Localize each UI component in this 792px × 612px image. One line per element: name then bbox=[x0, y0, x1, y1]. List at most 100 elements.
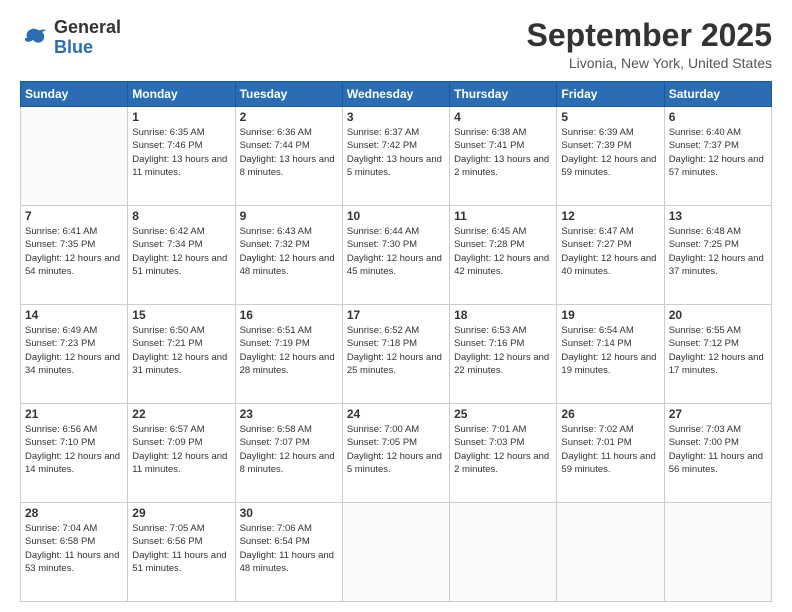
calendar-cell-w4-d5: 25 Sunrise: 7:01 AMSunset: 7:03 PMDayligh… bbox=[450, 404, 557, 503]
day-number: 7 bbox=[25, 209, 123, 223]
day-info: Sunrise: 6:49 AMSunset: 7:23 PMDaylight:… bbox=[25, 324, 123, 377]
header-sunday: Sunday bbox=[21, 82, 128, 107]
day-info: Sunrise: 6:48 AMSunset: 7:25 PMDaylight:… bbox=[669, 225, 767, 278]
calendar-cell-w3-d5: 18Sunrise: 6:53 AMSunset: 7:16 PMDayligh… bbox=[450, 305, 557, 404]
day-info: Sunrise: 6:55 AMSunset: 7:12 PMDaylight:… bbox=[669, 324, 767, 377]
day-info: Sunrise: 7:04 AMSunset: 6:58 PMDaylight:… bbox=[25, 522, 123, 575]
calendar-cell-w4-d2: 22Sunrise: 6:57 AMSunset: 7:09 PMDayligh… bbox=[128, 404, 235, 503]
header-friday: Friday bbox=[557, 82, 664, 107]
calendar-cell-w5-d4 bbox=[342, 503, 449, 602]
day-number: 2 bbox=[240, 110, 338, 124]
logo-general: General bbox=[54, 18, 121, 38]
day-number: 19 bbox=[561, 308, 659, 322]
day-info: Sunrise: 7:00 AMSunset: 7:05 PMDaylight:… bbox=[347, 423, 445, 476]
calendar-cell-w5-d5 bbox=[450, 503, 557, 602]
calendar-cell-w2-d4: 10 Sunrise: 6:44 AMSunset: 7:30 PMDayligh… bbox=[342, 206, 449, 305]
calendar-cell-w3-d3: 16 Sunrise: 6:51 AMSunset: 7:19 PMDayligh… bbox=[235, 305, 342, 404]
day-info: Sunrise: 6:45 AMSunset: 7:28 PMDaylight:… bbox=[454, 225, 552, 278]
logo-bird-icon bbox=[20, 24, 48, 52]
calendar-cell-w3-d1: 14 Sunrise: 6:49 AMSunset: 7:23 PMDayligh… bbox=[21, 305, 128, 404]
day-info: Sunrise: 6:39 AMSunset: 7:39 PMDaylight:… bbox=[561, 126, 659, 179]
day-number: 12 bbox=[561, 209, 659, 223]
day-number: 30 bbox=[240, 506, 338, 520]
day-info: Sunrise: 7:01 AMSunset: 7:03 PMDaylight:… bbox=[454, 423, 552, 476]
calendar-week-4: 21 Sunrise: 6:56 AMSunset: 7:10 PMDayligh… bbox=[21, 404, 772, 503]
calendar-cell-w3-d6: 19 Sunrise: 6:54 AMSunset: 7:14 PMDayligh… bbox=[557, 305, 664, 404]
calendar-cell-w4-d6: 26Sunrise: 7:02 AMSunset: 7:01 PMDayligh… bbox=[557, 404, 664, 503]
day-info: Sunrise: 7:03 AMSunset: 7:00 PMDaylight:… bbox=[669, 423, 767, 476]
day-info: Sunrise: 6:47 AMSunset: 7:27 PMDaylight:… bbox=[561, 225, 659, 278]
day-info: Sunrise: 6:54 AMSunset: 7:14 PMDaylight:… bbox=[561, 324, 659, 377]
header-tuesday: Tuesday bbox=[235, 82, 342, 107]
day-number: 24 bbox=[347, 407, 445, 421]
day-info: Sunrise: 7:02 AMSunset: 7:01 PMDaylight:… bbox=[561, 423, 659, 476]
day-number: 9 bbox=[240, 209, 338, 223]
header: General Blue September 2025 Livonia, New… bbox=[20, 18, 772, 71]
calendar-week-1: 1Sunrise: 6:35 AMSunset: 7:46 PMDaylight… bbox=[21, 107, 772, 206]
calendar-cell-w5-d6 bbox=[557, 503, 664, 602]
calendar-cell-w4-d4: 24 Sunrise: 7:00 AMSunset: 7:05 PMDayligh… bbox=[342, 404, 449, 503]
calendar-week-3: 14 Sunrise: 6:49 AMSunset: 7:23 PMDayligh… bbox=[21, 305, 772, 404]
calendar-cell-w1-d5: 4Sunrise: 6:38 AMSunset: 7:41 PMDaylight… bbox=[450, 107, 557, 206]
day-info: Sunrise: 6:44 AMSunset: 7:30 PMDaylight:… bbox=[347, 225, 445, 278]
calendar-cell-w1-d2: 1Sunrise: 6:35 AMSunset: 7:46 PMDaylight… bbox=[128, 107, 235, 206]
header-monday: Monday bbox=[128, 82, 235, 107]
day-number: 14 bbox=[25, 308, 123, 322]
calendar-cell-w2-d5: 11 Sunrise: 6:45 AMSunset: 7:28 PMDayligh… bbox=[450, 206, 557, 305]
calendar-week-2: 7Sunrise: 6:41 AMSunset: 7:35 PMDaylight… bbox=[21, 206, 772, 305]
calendar-cell-w3-d2: 15 Sunrise: 6:50 AMSunset: 7:21 PMDayligh… bbox=[128, 305, 235, 404]
calendar-cell-w2-d2: 8Sunrise: 6:42 AMSunset: 7:34 PMDaylight… bbox=[128, 206, 235, 305]
weekday-header-row: Sunday Monday Tuesday Wednesday Thursday… bbox=[21, 82, 772, 107]
day-number: 13 bbox=[669, 209, 767, 223]
day-number: 23 bbox=[240, 407, 338, 421]
day-number: 11 bbox=[454, 209, 552, 223]
day-info: Sunrise: 6:56 AMSunset: 7:10 PMDaylight:… bbox=[25, 423, 123, 476]
calendar-week-5: 28Sunrise: 7:04 AMSunset: 6:58 PMDayligh… bbox=[21, 503, 772, 602]
day-number: 29 bbox=[132, 506, 230, 520]
calendar-cell-w3-d7: 20 Sunrise: 6:55 AMSunset: 7:12 PMDayligh… bbox=[664, 305, 771, 404]
logo-text: General Blue bbox=[54, 18, 121, 58]
calendar-cell-w5-d1: 28Sunrise: 7:04 AMSunset: 6:58 PMDayligh… bbox=[21, 503, 128, 602]
calendar-cell-w3-d4: 17 Sunrise: 6:52 AMSunset: 7:18 PMDayligh… bbox=[342, 305, 449, 404]
day-number: 3 bbox=[347, 110, 445, 124]
header-saturday: Saturday bbox=[664, 82, 771, 107]
day-info: Sunrise: 6:51 AMSunset: 7:19 PMDaylight:… bbox=[240, 324, 338, 377]
logo-blue: Blue bbox=[54, 38, 121, 58]
day-number: 22 bbox=[132, 407, 230, 421]
calendar-cell-w2-d1: 7Sunrise: 6:41 AMSunset: 7:35 PMDaylight… bbox=[21, 206, 128, 305]
day-number: 15 bbox=[132, 308, 230, 322]
page: General Blue September 2025 Livonia, New… bbox=[0, 0, 792, 612]
calendar-cell-w1-d4: 3 Sunrise: 6:37 AMSunset: 7:42 PMDaylight… bbox=[342, 107, 449, 206]
day-info: Sunrise: 6:52 AMSunset: 7:18 PMDaylight:… bbox=[347, 324, 445, 377]
day-info: Sunrise: 6:50 AMSunset: 7:21 PMDaylight:… bbox=[132, 324, 230, 377]
day-info: Sunrise: 6:43 AMSunset: 7:32 PMDaylight:… bbox=[240, 225, 338, 278]
day-number: 27 bbox=[669, 407, 767, 421]
calendar-cell-w4-d1: 21 Sunrise: 6:56 AMSunset: 7:10 PMDayligh… bbox=[21, 404, 128, 503]
logo: General Blue bbox=[20, 18, 121, 58]
day-number: 21 bbox=[25, 407, 123, 421]
day-number: 1 bbox=[132, 110, 230, 124]
title-block: September 2025 Livonia, New York, United… bbox=[527, 18, 772, 71]
day-number: 25 bbox=[454, 407, 552, 421]
day-number: 17 bbox=[347, 308, 445, 322]
calendar-cell-w4-d7: 27 Sunrise: 7:03 AMSunset: 7:00 PMDayligh… bbox=[664, 404, 771, 503]
calendar-cell-w4-d3: 23 Sunrise: 6:58 AMSunset: 7:07 PMDayligh… bbox=[235, 404, 342, 503]
calendar-cell-w5-d3: 30 Sunrise: 7:06 AMSunset: 6:54 PMDayligh… bbox=[235, 503, 342, 602]
calendar-cell-w1-d6: 5Sunrise: 6:39 AMSunset: 7:39 PMDaylight… bbox=[557, 107, 664, 206]
day-number: 8 bbox=[132, 209, 230, 223]
month-title: September 2025 bbox=[527, 18, 772, 53]
header-wednesday: Wednesday bbox=[342, 82, 449, 107]
day-number: 16 bbox=[240, 308, 338, 322]
day-number: 6 bbox=[669, 110, 767, 124]
day-number: 18 bbox=[454, 308, 552, 322]
calendar-cell-w1-d1 bbox=[21, 107, 128, 206]
calendar-cell-w2-d3: 9 Sunrise: 6:43 AMSunset: 7:32 PMDaylight… bbox=[235, 206, 342, 305]
day-info: Sunrise: 6:58 AMSunset: 7:07 PMDaylight:… bbox=[240, 423, 338, 476]
day-info: Sunrise: 6:36 AMSunset: 7:44 PMDaylight:… bbox=[240, 126, 338, 179]
day-info: Sunrise: 6:37 AMSunset: 7:42 PMDaylight:… bbox=[347, 126, 445, 179]
day-number: 10 bbox=[347, 209, 445, 223]
day-number: 20 bbox=[669, 308, 767, 322]
day-info: Sunrise: 7:06 AMSunset: 6:54 PMDaylight:… bbox=[240, 522, 338, 575]
day-number: 4 bbox=[454, 110, 552, 124]
calendar-cell-w5-d2: 29Sunrise: 7:05 AMSunset: 6:56 PMDayligh… bbox=[128, 503, 235, 602]
